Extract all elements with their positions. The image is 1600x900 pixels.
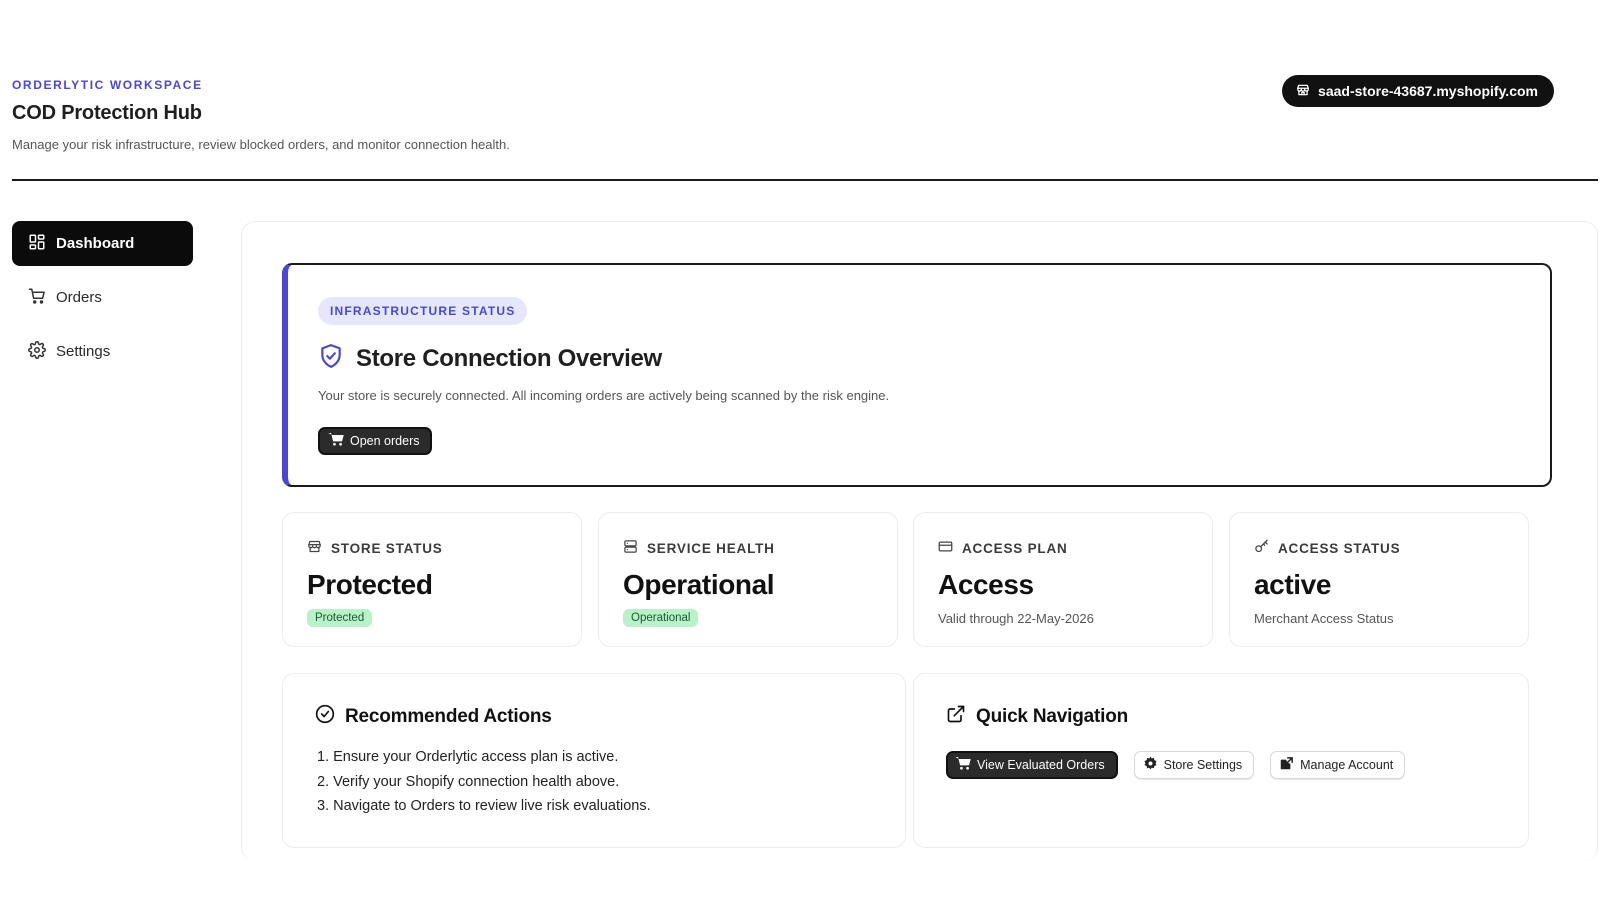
sidebar-item-label: Settings xyxy=(56,343,111,360)
quick-navigation-title: Quick Navigation xyxy=(976,705,1129,727)
header-divider xyxy=(12,179,1598,181)
grid-icon xyxy=(28,233,46,255)
store-connection-description: Your store is securely connected. All in… xyxy=(318,388,890,403)
shield-check-icon xyxy=(318,343,344,374)
recommended-actions-title: Recommended Actions xyxy=(345,705,552,727)
quick-navigation-panel: Quick Navigation View Evaluated Orders S… xyxy=(913,673,1529,848)
cart-icon xyxy=(955,756,972,774)
sidebar-item-label: Orders xyxy=(56,289,102,306)
store-connection-title: Store Connection Overview xyxy=(356,344,662,372)
stat-value: Access xyxy=(938,569,1034,600)
key-icon xyxy=(1254,539,1269,557)
sidebar-item-dashboard[interactable]: Dashboard xyxy=(12,221,193,266)
stat-value: Operational xyxy=(623,569,775,600)
open-orders-label: Open orders xyxy=(350,434,420,448)
storefront-icon xyxy=(1296,83,1310,100)
page-header: ORDERLYTIC WORKSPACE COD Protection Hub … xyxy=(12,75,1598,152)
store-domain-pill[interactable]: saad-store-43687.myshopify.com xyxy=(1282,75,1554,107)
button-label: Store Settings xyxy=(1163,758,1243,772)
cart-icon xyxy=(28,287,46,309)
external-link-icon xyxy=(946,704,966,729)
storefront-icon xyxy=(307,539,322,557)
sidebar-item-orders[interactable]: Orders xyxy=(12,275,193,320)
store-status-card: STORE STATUS Protected Protected xyxy=(282,512,582,647)
list-item: 2. Verify your Shopify connection health… xyxy=(317,773,620,790)
access-status-caption: Merchant Access Status xyxy=(1254,611,1394,626)
access-plan-validity: Valid through 22-May-2026 xyxy=(938,611,1094,626)
view-evaluated-orders-button[interactable]: View Evaluated Orders xyxy=(946,751,1118,779)
stat-value: Protected xyxy=(307,569,433,600)
gear-icon xyxy=(28,340,46,363)
recommended-actions-panel: Recommended Actions 1. Ensure your Order… xyxy=(282,673,906,848)
stat-label: ACCESS PLAN xyxy=(962,540,1068,556)
access-status-card: ACCESS STATUS active Merchant Access Sta… xyxy=(1229,512,1529,647)
credit-card-icon xyxy=(938,539,953,557)
sidebar: Dashboard Orders Settings xyxy=(12,221,193,383)
stat-label: ACCESS STATUS xyxy=(1278,540,1401,556)
store-connection-card: INFRASTRUCTURE STATUS Store Connection O… xyxy=(282,263,1552,487)
manage-account-button[interactable]: Manage Account xyxy=(1270,751,1406,779)
stat-label: SERVICE HEALTH xyxy=(647,540,775,556)
gear-icon xyxy=(1142,756,1159,774)
recommended-actions-list: 1. Ensure your Orderlytic access plan is… xyxy=(315,745,873,819)
button-label: View Evaluated Orders xyxy=(977,758,1105,772)
infrastructure-status-badge: INFRASTRUCTURE STATUS xyxy=(318,297,528,325)
cart-icon xyxy=(328,432,345,450)
external-link-icon xyxy=(1278,756,1295,774)
store-settings-button[interactable]: Store Settings xyxy=(1133,751,1255,779)
store-domain-label: saad-store-43687.myshopify.com xyxy=(1318,83,1538,99)
access-plan-card: ACCESS PLAN Access Valid through 22-May-… xyxy=(913,512,1213,647)
sidebar-item-label: Dashboard xyxy=(56,235,135,252)
page-subtitle: Manage your risk infrastructure, review … xyxy=(12,137,510,152)
service-health-card: SERVICE HEALTH Operational Operational xyxy=(598,512,898,647)
stat-value: active xyxy=(1254,569,1331,600)
stat-label: STORE STATUS xyxy=(331,540,443,556)
main-content: INFRASTRUCTURE STATUS Store Connection O… xyxy=(241,221,1598,861)
open-orders-button[interactable]: Open orders xyxy=(318,427,433,455)
list-item: 1. Ensure your Orderlytic access plan is… xyxy=(317,749,619,765)
server-icon xyxy=(623,539,638,557)
list-item: 3. Navigate to Orders to review live ris… xyxy=(317,798,651,814)
status-badge: Operational xyxy=(623,609,699,627)
status-badge: Protected xyxy=(307,609,373,627)
check-circle-icon xyxy=(315,704,335,729)
sidebar-item-settings[interactable]: Settings xyxy=(12,329,193,374)
button-label: Manage Account xyxy=(1300,758,1394,772)
